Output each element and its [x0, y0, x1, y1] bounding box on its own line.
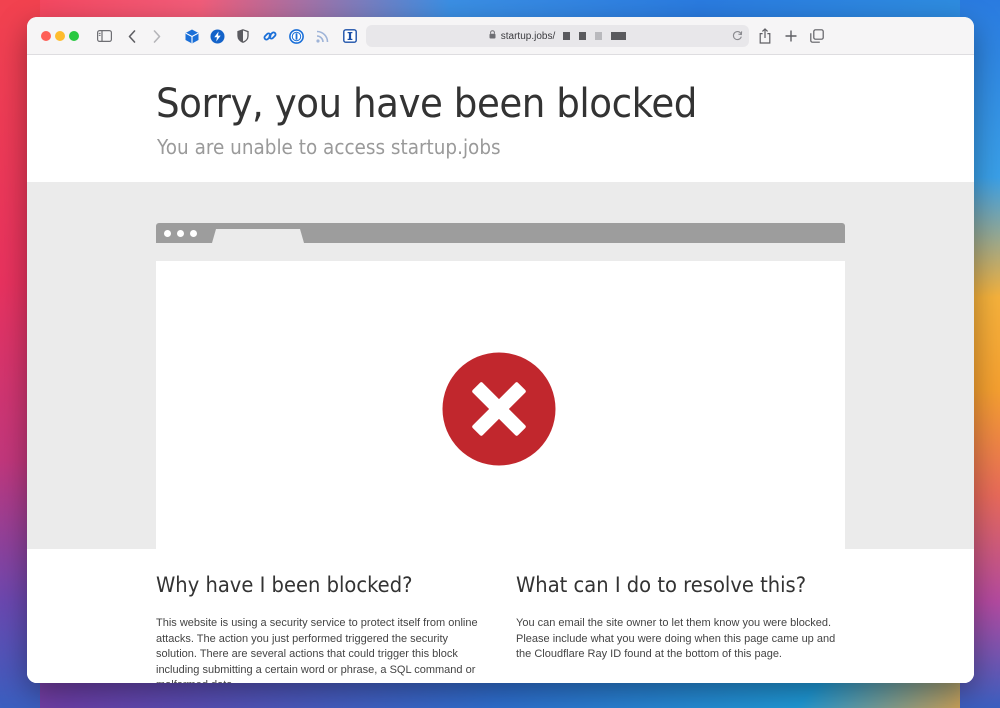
browser-toolbar: startup.jobs/ [27, 17, 974, 55]
mock-dot [177, 230, 184, 237]
shield-extension-icon[interactable] [236, 27, 250, 45]
page-subtitle: You are unable to access startup.jobs [157, 135, 501, 159]
lock-icon [489, 30, 496, 42]
info-section: Why have I been blocked? This website is… [27, 549, 974, 683]
page-title: Sorry, you have been blocked [156, 81, 697, 127]
browser-window: startup.jobs/ Sorry, you have been block… [27, 17, 974, 683]
resolve-text: You can email the site owner to let them… [516, 617, 836, 661]
resolve-heading: What can I do to resolve this? [516, 573, 807, 597]
resolve-column: What can I do to resolve this? You can e… [516, 573, 846, 663]
why-blocked-text: This website is using a security service… [156, 617, 478, 683]
redacted-url-block [579, 32, 587, 40]
why-blocked-column: Why have I been blocked? This website is… [156, 573, 486, 683]
cube-extension-icon[interactable] [184, 27, 200, 45]
reload-icon[interactable] [732, 30, 743, 44]
tab-overview-icon[interactable] [809, 27, 825, 45]
instapaper-extension-icon[interactable] [342, 27, 357, 45]
onepassword-extension-icon[interactable] [288, 27, 304, 45]
redacted-url-block [563, 32, 571, 40]
mock-browser-bar [156, 223, 845, 243]
url-text: startup.jobs/ [500, 30, 556, 42]
mock-tab [212, 229, 304, 243]
why-blocked-heading: Why have I been blocked? [156, 573, 413, 597]
rss-extension-icon[interactable] [315, 27, 330, 45]
redacted-url-block [595, 32, 603, 40]
address-bar[interactable]: startup.jobs/ [366, 25, 749, 47]
block-header: Sorry, you have been blocked You are una… [27, 55, 974, 182]
forward-icon[interactable] [151, 27, 163, 45]
zoom-window-button[interactable] [69, 31, 79, 41]
mock-dot [190, 230, 197, 237]
page-content: Sorry, you have been blocked You are una… [27, 55, 974, 683]
sidebar-icon[interactable] [96, 27, 112, 45]
error-x-icon [442, 352, 556, 466]
desktop-wallpaper-top [0, 0, 1000, 18]
link-extension-icon[interactable] [262, 27, 277, 45]
back-icon[interactable] [126, 27, 138, 45]
share-icon[interactable] [758, 27, 772, 45]
new-tab-icon[interactable] [784, 27, 798, 45]
bolt-extension-icon[interactable] [209, 27, 225, 45]
mock-dot [164, 230, 171, 237]
close-window-button[interactable] [41, 31, 51, 41]
mock-browser-page [156, 261, 845, 549]
minimize-window-button[interactable] [55, 31, 65, 41]
redacted-url-block [611, 32, 627, 40]
